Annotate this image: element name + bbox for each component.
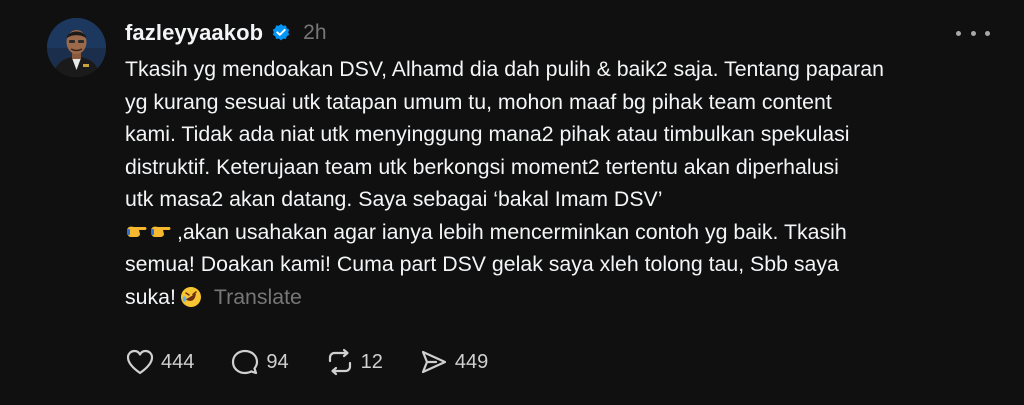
- post-text-segment: ,akan usahakan agar ianya lebih mencermi…: [177, 219, 847, 244]
- post-text-line: kami. Tidak ada niat utk menyinggung man…: [125, 122, 850, 146]
- post-text-line: Tkasih yg mendoakan DSV, Alhamd dia dah …: [125, 57, 884, 81]
- post-timestamp: 2h: [303, 21, 327, 44]
- pointing-hands-emoji: [125, 218, 175, 238]
- repost-button[interactable]: 12: [325, 348, 383, 376]
- translate-link[interactable]: Translate: [214, 285, 302, 309]
- post-text-line: utk masa2 akan datang. Saya sebagai ‘bak…: [125, 187, 663, 211]
- like-button[interactable]: 444: [125, 348, 194, 376]
- post-text-line: yg kurang sesuai utk tatapan umum tu, mo…: [125, 89, 832, 114]
- post-text-segment: suka!: [125, 284, 176, 309]
- share-button[interactable]: 449: [419, 348, 488, 376]
- repost-arrows-icon: [325, 348, 355, 376]
- post-header: fazleyyaakob 2h: [125, 16, 327, 50]
- post-text-line-with-emoji: ,akan usahakan agar ianya lebih mencermi…: [125, 216, 1005, 249]
- post-text-line: semua! Doakan kami! Cuma part DSV gelak …: [125, 252, 839, 276]
- post-body: Tkasih yg mendoakan DSV, Alhamd dia dah …: [125, 53, 1005, 313]
- post-text-line-last: suka! Translate: [125, 281, 1005, 314]
- avatar[interactable]: [47, 18, 106, 77]
- like-count: 444: [161, 350, 195, 373]
- rolling-laughing-emoji: [180, 285, 202, 307]
- send-arrow-icon: [419, 348, 449, 376]
- username[interactable]: fazleyyaakob: [125, 20, 263, 46]
- share-count: 449: [454, 350, 489, 373]
- heart-icon: [125, 348, 155, 376]
- comment-button[interactable]: 94: [230, 348, 289, 376]
- repost-count: 12: [360, 350, 383, 373]
- thread-post: fazleyyaakob 2h Tkasih yg mendoakan DSV,…: [0, 0, 1024, 405]
- post-actions: 444 94 12 449: [125, 344, 524, 380]
- comment-bubble-icon: [230, 348, 260, 376]
- verified-badge-icon: [271, 23, 291, 43]
- post-text-line: distruktif. Keterujaan team utk berkongs…: [125, 154, 839, 179]
- comment-count: 94: [266, 350, 289, 373]
- more-options-icon[interactable]: [956, 24, 990, 42]
